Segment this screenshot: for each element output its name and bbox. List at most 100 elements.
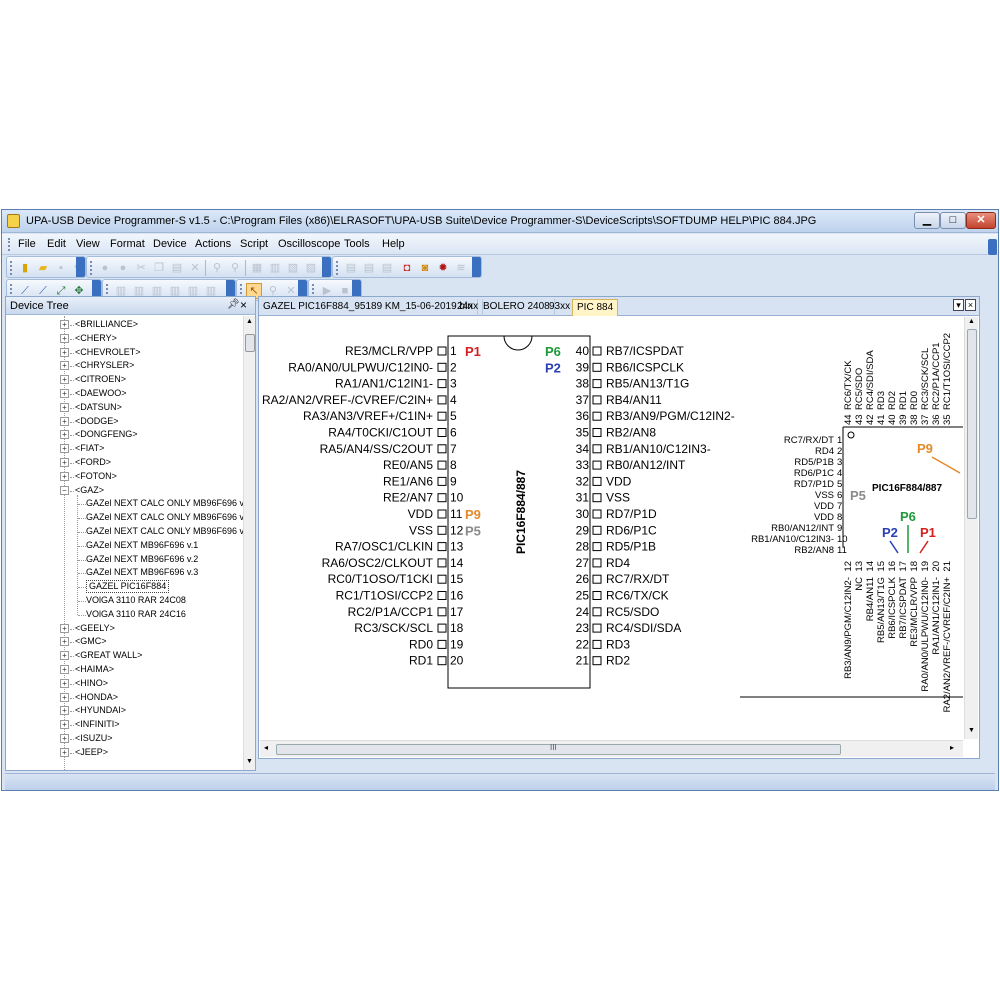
expand-icon[interactable]: + (60, 430, 69, 440)
scroll-thumb[interactable] (245, 334, 255, 352)
debug-bug-icon[interactable]: ✹ (435, 260, 451, 276)
expand-icon[interactable]: + (60, 389, 69, 398)
expand-icon[interactable]: + (60, 375, 69, 385)
expand-icon[interactable]: + (60, 402, 69, 412)
scroll-up-icon[interactable]: ▲ (246, 318, 253, 325)
menu-format[interactable]: Format (110, 238, 145, 250)
toolbar-grip-icon[interactable] (336, 261, 339, 275)
delete-icon[interactable]: ✕ (187, 260, 203, 276)
paste-icon[interactable]: ▤ (169, 260, 185, 276)
tree-item-manufacturer[interactable]: <DODGE> (75, 415, 119, 428)
redo-icon[interactable]: ● (115, 260, 131, 276)
minimize-button[interactable]: ▁ (914, 212, 940, 229)
tree-item-manufacturer[interactable]: <DONGFENG> (75, 428, 138, 441)
script-icon[interactable]: ◙ (417, 260, 433, 276)
scroll-up-icon[interactable]: ▲ (968, 318, 975, 325)
tree-item-manufacturer[interactable]: <CITROEN> (75, 373, 126, 386)
tree-item-device[interactable]: GAZel NEXT MB96F696 v.2 (86, 553, 198, 566)
goto-icon[interactable]: ▧ (285, 260, 301, 276)
tree-item-device[interactable]: GAZel NEXT CALC ONLY MB96F696 v.2 (86, 511, 243, 524)
toolbar-grip-icon[interactable] (10, 261, 13, 275)
tree-item-manufacturer[interactable]: <HONDA> (75, 691, 118, 704)
tree-item-manufacturer[interactable]: <GEELY> (75, 622, 115, 635)
chip-read-icon[interactable]: ▤ (343, 260, 359, 276)
tab-list-button[interactable]: ▾ (953, 299, 964, 311)
toolbar-options-icon[interactable] (988, 239, 997, 255)
menu-device[interactable]: Device (153, 238, 187, 250)
tree-item-manufacturer[interactable]: <CHRYSLER> (75, 359, 134, 372)
find-icon[interactable]: ⚲ (209, 260, 225, 276)
expand-icon[interactable]: + (60, 678, 69, 688)
expand-icon[interactable]: + (60, 333, 69, 343)
select-all-icon[interactable]: ▦ (249, 260, 265, 276)
tab-close-button[interactable]: × (965, 299, 976, 311)
panel-close-button[interactable]: × (240, 298, 247, 312)
scroll-right-icon[interactable]: ▸ (950, 743, 954, 752)
expand-icon[interactable]: + (60, 347, 69, 357)
replace-icon[interactable]: ⚲ (227, 260, 243, 276)
expand-icon[interactable]: + (60, 458, 69, 467)
open-folder-icon[interactable]: ▰ (35, 260, 51, 276)
toolbar-options-icon[interactable] (322, 257, 331, 277)
menu-oscilloscope[interactable]: Oscilloscope (278, 238, 340, 250)
toolbar-options-icon[interactable] (472, 257, 481, 277)
compare-icon[interactable]: ▨ (303, 260, 319, 276)
tab-93xx[interactable]: 93xx (545, 299, 576, 316)
menu-edit[interactable]: Edit (47, 238, 66, 250)
maximize-button[interactable]: □ (940, 212, 966, 229)
tree-item-device[interactable]: VOlGA 3110 RAR 24C16 (86, 608, 186, 621)
menu-file[interactable]: File (18, 238, 36, 250)
new-file-icon[interactable]: ▮ (17, 260, 33, 276)
title-bar[interactable]: UPA-USB Device Programmer-S v1.5 - C:\Pr… (2, 210, 998, 233)
tree-item-device[interactable]: GAZel NEXT CALC ONLY MB96F696 v.1 (86, 497, 243, 510)
tree-item-manufacturer[interactable]: <ISUZU> (75, 732, 113, 745)
chip-write-icon[interactable]: ▤ (361, 260, 377, 276)
scroll-down-icon[interactable]: ▼ (246, 758, 253, 765)
tab-bolero-2408[interactable]: BOLERO 2408 (479, 299, 555, 316)
menu-help[interactable]: Help (382, 238, 405, 250)
scroll-thumb[interactable] (967, 329, 977, 519)
expand-icon[interactable]: + (60, 623, 69, 633)
expand-icon[interactable]: + (60, 444, 69, 454)
tree-scrollbar[interactable]: ▲ ▼ (243, 316, 255, 770)
tree-item-device[interactable]: VOlGA 3110 RAR 24C08 (86, 594, 186, 607)
toolbar-options-icon[interactable] (76, 257, 85, 277)
expand-icon[interactable]: + (60, 747, 69, 757)
tree-item-manufacturer[interactable]: <BRILLIANCE> (75, 318, 138, 331)
expand-icon[interactable]: + (60, 637, 69, 647)
pin-icon[interactable]: 📌︎ (227, 299, 240, 310)
expand-icon[interactable]: + (60, 734, 69, 743)
expand-icon[interactable]: + (60, 651, 69, 661)
oscilloscope-icon[interactable]: ≋ (453, 260, 469, 276)
tree-item-manufacturer[interactable]: <GMC> (75, 635, 107, 648)
cut-icon[interactable]: ✂ (133, 260, 149, 276)
tab-pic-884[interactable]: PIC 884 (572, 299, 619, 316)
tree-item-device[interactable]: GAZel NEXT MB96F696 v.1 (86, 539, 198, 552)
tree-item-manufacturer[interactable]: <HINO> (75, 677, 108, 690)
tree-item-manufacturer[interactable]: <CHERY> (75, 332, 117, 345)
tree-item-manufacturer[interactable]: <GREAT WALL> (75, 649, 142, 662)
expand-icon[interactable]: + (60, 706, 69, 716)
toolbar-grip-icon[interactable] (90, 261, 93, 275)
horizontal-scrollbar[interactable]: ◂ III ▸ (260, 740, 963, 757)
tree-item-device[interactable]: GAZel NEXT CALC ONLY MB96F696 v.3 (86, 525, 243, 538)
menu-actions[interactable]: Actions (195, 238, 231, 250)
expand-icon[interactable]: + (60, 692, 69, 702)
tree-item-manufacturer[interactable]: <FOTON> (75, 470, 117, 483)
toolbar-grip-icon[interactable] (8, 238, 11, 251)
tree-item-manufacturer[interactable]: <FORD> (75, 456, 111, 469)
tree-item-manufacturer[interactable]: <HAIMA> (75, 663, 114, 676)
close-button[interactable]: ✕ (966, 212, 996, 229)
tree-item-device[interactable]: GAZel NEXT MB96F696 v.3 (86, 566, 198, 579)
scroll-thumb[interactable] (276, 744, 841, 755)
menu-script[interactable]: Script (240, 238, 268, 250)
menu-tools[interactable]: Tools (344, 238, 370, 250)
save-icon[interactable]: ▪ (53, 260, 69, 276)
copy-icon[interactable]: ❐ (151, 260, 167, 276)
expand-icon[interactable]: + (60, 320, 69, 329)
menu-view[interactable]: View (76, 238, 100, 250)
device-info-icon[interactable]: ◘ (399, 260, 415, 276)
tree-item-device[interactable]: GAZEL PIC16F884 (86, 580, 170, 594)
expand-icon[interactable]: + (60, 416, 69, 426)
expand-icon[interactable]: + (60, 665, 69, 674)
